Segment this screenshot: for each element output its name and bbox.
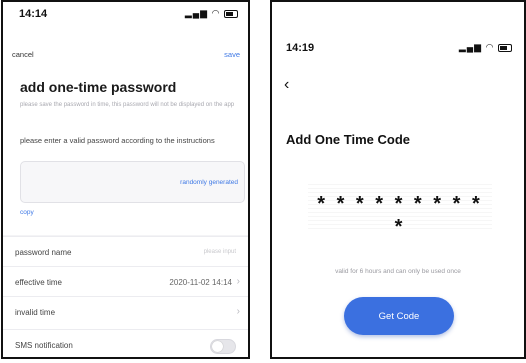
row-label: effective time — [15, 278, 62, 287]
toggle-knob — [212, 341, 223, 352]
status-bar: 14:19 ▂▄▆ ◠ — [272, 36, 524, 60]
status-bar: 14:14 ▂▄▆ ◠ — [3, 2, 248, 26]
validity-note: valid for 6 hours and can only be used o… — [335, 268, 461, 275]
page-title: add one-time password — [20, 79, 177, 95]
password-input[interactable]: randomly generated — [20, 161, 245, 203]
left-phone-screen: 14:14 ▂▄▆ ◠ cancel save add one-time pas… — [1, 0, 250, 359]
status-time: 14:19 — [286, 42, 315, 54]
effective-time-row[interactable]: effective time 2020-11-02 14:14 › — [3, 266, 248, 299]
page-title: Add One Time Code — [286, 132, 410, 147]
instruction-text: please enter a valid password according … — [20, 136, 215, 145]
password-name-row[interactable]: password name please input — [3, 236, 248, 269]
battery-icon — [224, 9, 238, 18]
code-display: * * * * * * * * * * — [308, 181, 492, 238]
cancel-button[interactable]: cancel — [12, 50, 34, 59]
effective-time-value: 2020-11-02 14:14 — [169, 278, 232, 287]
chevron-right-icon: › — [236, 276, 240, 287]
row-label: invalid time — [15, 308, 56, 317]
signal-icon: ▂▄▆ — [184, 8, 209, 18]
save-warning-note: please save the password in time, this p… — [20, 102, 235, 108]
sms-notification-row: SMS notification — [3, 329, 248, 357]
status-icons: ▂▄▆ ◠ — [459, 42, 512, 53]
right-phone-screen: 14:19 ▂▄▆ ◠ ‹ Add One Time Code * * * * … — [270, 0, 526, 359]
password-form-panel: 14:14 ▂▄▆ ◠ cancel save add one-time pas… — [3, 2, 248, 235]
save-button[interactable]: save — [224, 50, 240, 59]
randomly-generated-button[interactable]: randomly generated — [180, 179, 238, 186]
copy-button[interactable]: copy — [20, 209, 34, 216]
masked-code: * * * * * * * * * * — [317, 193, 483, 238]
status-time: 14:14 — [19, 8, 48, 20]
invalid-time-row[interactable]: invalid time › — [3, 296, 248, 329]
signal-icon: ▂▄▆ — [458, 42, 483, 52]
wifi-icon: ◠ — [485, 42, 495, 52]
chevron-right-icon: › — [236, 306, 240, 317]
get-code-button[interactable]: Get Code — [344, 297, 454, 335]
row-label: password name — [15, 248, 72, 257]
battery-icon — [498, 43, 512, 52]
row-label: SMS notification — [15, 341, 73, 350]
back-chevron-icon[interactable]: ‹ — [284, 76, 289, 94]
wifi-icon: ◠ — [211, 8, 221, 18]
sms-notification-toggle[interactable] — [210, 339, 236, 354]
password-name-input[interactable]: please input — [204, 249, 236, 255]
status-icons: ▂▄▆ ◠ — [185, 8, 238, 19]
